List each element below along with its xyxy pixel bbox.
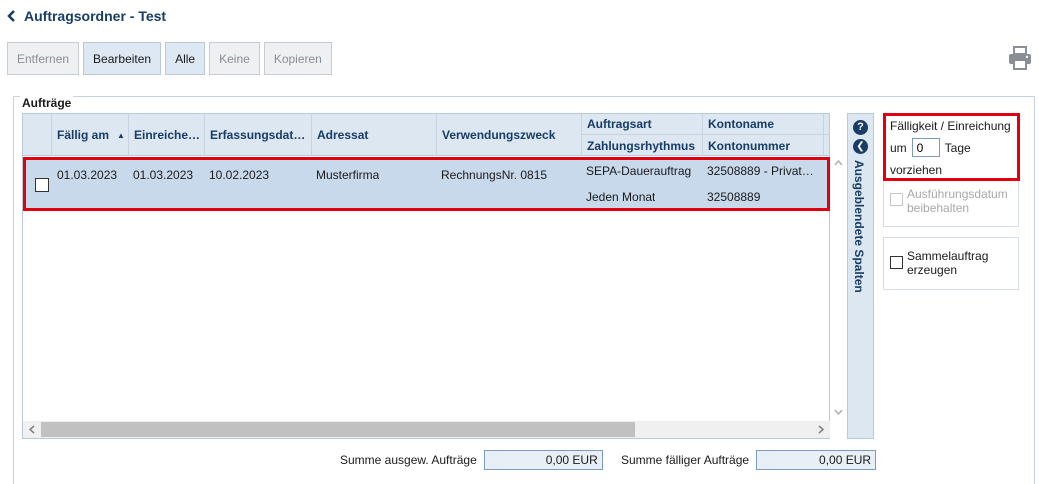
keep-date-checkbox[interactable] (890, 193, 903, 206)
edit-button[interactable]: Bearbeiten (83, 42, 162, 75)
column-label: Fällig am (57, 128, 110, 142)
cell-auftragsart: SEPA-Dauerauftrag (586, 164, 692, 178)
cell-adressat: Musterfirma (316, 168, 380, 182)
remove-button[interactable]: Entfernen (7, 42, 80, 75)
column-header-auftragsart[interactable]: Auftragsart Zahlungsrhythmus (582, 114, 703, 156)
hidden-columns-label[interactable]: Ausgeblendete Spalten (852, 160, 866, 293)
column-header-verwendung[interactable]: Verwendungszweck (437, 114, 582, 156)
help-icon[interactable]: ? (853, 120, 868, 135)
select-column-header (23, 114, 52, 156)
faelligkeit-title: Fälligkeit / Einreichung (890, 119, 1011, 133)
panel-title: Aufträge (20, 96, 74, 110)
sort-ascending-icon: ▲ (117, 130, 125, 140)
cell-verwendung: RechnungsNr. 0815 (441, 168, 548, 182)
column-header-adressat[interactable]: Adressat (312, 114, 437, 156)
cell-rhythmus: Jeden Monat (586, 190, 656, 204)
keep-date-option[interactable]: Ausführungsdatum beibehalten (890, 187, 1022, 215)
um-label: um (890, 140, 907, 155)
column-header-erfassung[interactable]: Erfassungsdat… (205, 114, 312, 156)
total-selected-value: 0,00 EUR (483, 450, 603, 470)
cell-erfassung: 10.02.2023 (209, 168, 270, 182)
days-input[interactable] (911, 138, 940, 157)
sammel-option[interactable]: Sammelauftrag erzeugen (890, 249, 1022, 277)
back-link[interactable]: Auftragsordner - Test (6, 6, 166, 26)
scroll-right-icon[interactable] (816, 424, 826, 435)
cell-faellig: 01.03.2023 (57, 168, 118, 182)
vertical-scrollbar[interactable] (830, 155, 847, 423)
select-none-button[interactable]: Keine (209, 42, 260, 75)
column-label-kontonummer: Kontonummer (708, 138, 790, 153)
column-label-rhythmus: Zahlungsrhythmus (587, 138, 696, 153)
tage-label: Tage (944, 140, 971, 155)
keep-date-label: Ausführungsdatum beibehalten (907, 187, 1008, 215)
hidden-columns-strip[interactable]: ? ❮ Ausgeblendete Spalten (847, 113, 874, 439)
column-label-auftragsart: Auftragsart (582, 114, 702, 135)
column-header-konto[interactable]: Kontoname Kontonummer (703, 114, 824, 156)
column-header-next[interactable]: I I (824, 114, 829, 156)
sammel-label: Sammelauftrag erzeugen (907, 249, 989, 277)
column-label-next-top: I (824, 114, 829, 135)
total-due: Summe fälliger Aufträge 0,00 EUR (621, 450, 877, 470)
cell-kontonummer: 32508889 (707, 190, 761, 204)
column-label-kontoname: Kontoname (703, 114, 823, 135)
total-selected: Summe ausgew. Aufträge 0,00 EUR (340, 450, 603, 470)
cell-kontoname: 32508889 - Privat… (707, 164, 814, 178)
vorziehen-label: vorziehen (890, 163, 943, 177)
column-header-einreichung[interactable]: Einreiche… (129, 114, 205, 156)
total-due-value: 0,00 EUR (756, 450, 877, 470)
chevron-left-circle-icon[interactable]: ❮ (853, 139, 868, 154)
chevron-left-icon (7, 10, 15, 22)
total-selected-label: Summe ausgew. Aufträge (340, 453, 477, 467)
row-checkbox[interactable] (35, 178, 49, 192)
cell-einreichung: 01.03.2023 (133, 168, 194, 182)
sammel-checkbox[interactable] (890, 256, 903, 269)
horizontal-scrollbar[interactable] (23, 421, 830, 438)
page-title: Auftragsordner - Test (24, 8, 167, 24)
select-all-button[interactable]: Alle (165, 42, 206, 75)
days-row: um Tage (890, 138, 971, 157)
scroll-thumb[interactable] (41, 422, 635, 437)
copy-button[interactable]: Kopieren (263, 42, 332, 75)
print-icon[interactable] (1007, 45, 1033, 71)
column-label-next-bot: I (824, 135, 829, 156)
total-due-label: Summe fälliger Aufträge (621, 453, 750, 467)
scroll-left-icon[interactable] (27, 424, 37, 435)
orders-grid: Fällig am ▲ Einreiche… Erfassungsdat… Ad… (22, 113, 830, 439)
column-header-faellig[interactable]: Fällig am ▲ (52, 114, 129, 156)
grid-header: Fällig am ▲ Einreiche… Erfassungsdat… Ad… (23, 114, 829, 156)
toolbar: Entfernen Bearbeiten Alle Keine Kopieren (7, 42, 332, 75)
table-row[interactable]: 01.03.2023 01.03.2023 10.02.2023 Musterf… (24, 159, 829, 210)
